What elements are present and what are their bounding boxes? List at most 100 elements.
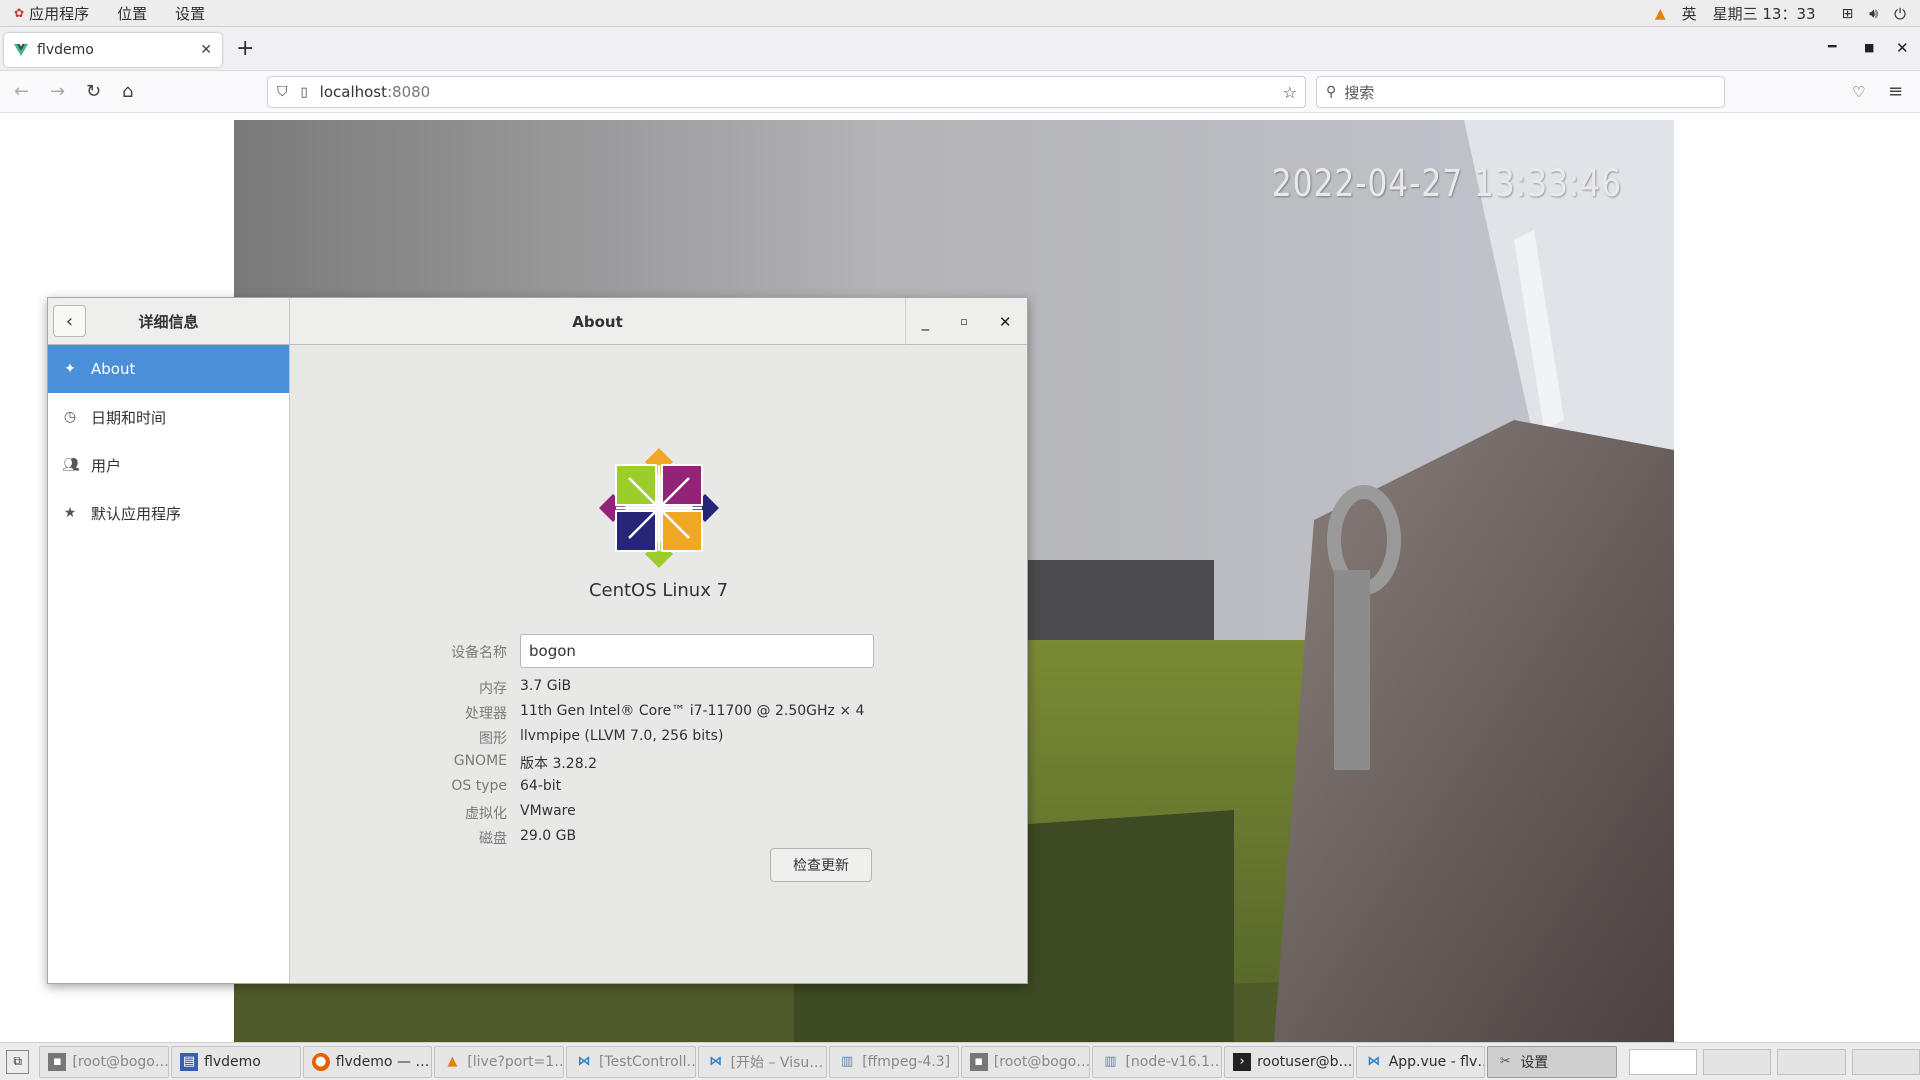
window-list-taskbar: ⧉ ▪ [root@bogo… ▤ flvdemo ● flvdemo — … ▲ [l…	[0, 1042, 1920, 1080]
power-icon[interactable]: ⏻	[1894, 5, 1906, 23]
vlc-tray-icon[interactable]: ▲	[1655, 6, 1666, 22]
check-updates-button[interactable]: 检查更新	[770, 848, 872, 882]
disk-value: 29.0 GB	[520, 828, 577, 844]
workspace-2[interactable]	[1703, 1048, 1772, 1075]
taskbar-item-label: [开始 – Visu…	[730, 1054, 824, 1071]
taskbar-item-label: flvdemo	[204, 1053, 261, 1070]
os-name: CentOS Linux 7	[588, 580, 729, 601]
taskbar-item[interactable]: ⋈ App.vue - flv…	[1355, 1045, 1486, 1078]
show-desktop-button[interactable]: ⧉	[6, 1049, 30, 1074]
search-icon: ⚲	[1326, 84, 1337, 100]
forward-icon[interactable]: →	[50, 82, 65, 102]
processor-label: 处理器	[465, 706, 507, 722]
window-icon: ▤	[180, 1052, 199, 1071]
processor-value: 11th Gen Intel® Core™ i7-11700 @ 2.50GHz…	[520, 703, 865, 719]
sidebar-item-about[interactable]: ✦ About	[48, 345, 289, 393]
gnome-label: GNOME	[453, 753, 507, 769]
minimize-icon[interactable]: _	[922, 313, 930, 331]
users-icon: 👥︎	[62, 457, 80, 473]
taskbar-item[interactable]: ▥ [node-v16.1…	[1092, 1045, 1223, 1078]
browser-tab-flvdemo[interactable]: flvdemo ✕	[4, 33, 222, 67]
volume-icon[interactable]: 🔊︎	[1869, 6, 1878, 22]
chevron-left-icon: ‹	[65, 310, 74, 332]
sidebar-item-label: 日期和时间	[91, 408, 167, 427]
close-icon[interactable]: ✕	[999, 313, 1012, 331]
virtualization-label: 虚拟化	[465, 806, 507, 822]
applications-menu[interactable]: ✿ 应用程序	[0, 3, 103, 24]
minimize-window-icon[interactable]: ━	[1828, 39, 1836, 55]
taskbar-item-label: 设置	[1520, 1054, 1549, 1071]
new-tab-button[interactable]: +	[236, 37, 254, 61]
sidebar-item-default-apps[interactable]: ★ 默认应用程序	[48, 489, 289, 537]
network-icon[interactable]: ⊞	[1842, 6, 1854, 22]
page-info-icon[interactable]: ▯	[301, 85, 308, 100]
back-button[interactable]: ‹	[53, 305, 86, 337]
url-host: localhost	[319, 83, 387, 101]
taskbar-item-label: rootuser@b…	[1257, 1053, 1353, 1070]
close-tab-icon[interactable]: ✕	[200, 42, 212, 58]
gnome-value: 版本 3.28.2	[520, 756, 597, 772]
browser-tab-bar: flvdemo ✕ + ━ ■ ✕	[0, 27, 1920, 71]
bookmark-star-icon[interactable]: ☆	[1283, 83, 1297, 102]
close-window-icon[interactable]: ✕	[1896, 39, 1909, 57]
taskbar-item[interactable]: ● flvdemo — …	[302, 1045, 433, 1078]
taskbar-item-label: flvdemo — …	[335, 1053, 430, 1070]
places-menu-label: 位置	[117, 4, 148, 23]
os-type-label: OS type	[451, 778, 507, 794]
search-placeholder: 搜索	[1344, 83, 1375, 102]
about-panel: CentOS Linux 7 设备名称 bogon 内存 3.7 GiB 处理器…	[290, 345, 1027, 983]
memory-label: 内存	[479, 681, 507, 697]
workspace-3[interactable]	[1777, 1048, 1846, 1075]
terminal-icon: ▪	[969, 1052, 988, 1071]
menu-icon[interactable]: ≡	[1888, 82, 1903, 102]
taskbar-item-label: [root@bogo…	[993, 1053, 1091, 1070]
reload-icon[interactable]: ↻	[86, 82, 101, 102]
url-port: :8080	[387, 83, 431, 101]
url-bar[interactable]: ⛉ ▯ localhost:8080 ☆	[267, 76, 1306, 108]
taskbar-item-label: [node-v16.1…	[1125, 1053, 1223, 1070]
device-name-field[interactable]: bogon	[520, 634, 874, 668]
url-text[interactable]: localhost:8080	[320, 83, 431, 101]
os-type-value: 64-bit	[520, 778, 562, 794]
back-icon[interactable]: ←	[14, 82, 29, 102]
taskbar-item[interactable]: ✂ 设置	[1487, 1045, 1617, 1078]
disk-label: 磁盘	[479, 831, 507, 847]
device-name-label: 设备名称	[451, 645, 507, 661]
workspace-1[interactable]	[1628, 1048, 1698, 1075]
taskbar-item-label: [root@bogo…	[72, 1053, 169, 1070]
settings-app-menu[interactable]: 设置	[161, 3, 219, 24]
sidebar-item-label: 用户	[91, 456, 122, 475]
taskbar-item[interactable]: ▲ [live?port=1…	[434, 1045, 564, 1078]
workspace-4[interactable]	[1851, 1048, 1920, 1075]
taskbar-item[interactable]: › rootuser@b…	[1224, 1045, 1354, 1078]
taskbar-item-label: [ffmpeg-4.3]	[862, 1053, 951, 1070]
maximize-window-icon[interactable]: ■	[1864, 41, 1874, 54]
show-desktop-icon: ⧉	[13, 1054, 22, 1068]
taskbar-item[interactable]: ⋈ [开始 – Visu…	[697, 1045, 828, 1078]
panel-title: About	[572, 312, 623, 331]
sidebar-item-users[interactable]: 👥︎ 用户	[48, 441, 289, 489]
taskbar-item-label: [TestControll…	[598, 1053, 696, 1070]
input-method-indicator[interactable]: 英	[1682, 3, 1697, 24]
places-menu[interactable]: 位置	[103, 3, 161, 24]
graphics-value: llvmpipe (LLVM 7.0, 256 bits)	[520, 728, 724, 744]
search-bar[interactable]: ⚲ 搜索	[1316, 76, 1725, 108]
vlc-icon: ▲	[447, 1054, 458, 1069]
taskbar-item[interactable]: ▥ [ffmpeg-4.3]	[829, 1045, 959, 1078]
clock[interactable]: 星期三 13：33	[1713, 3, 1816, 24]
virtualization-value: VMware	[520, 803, 576, 819]
taskbar-item[interactable]: ▪ [root@bogo…	[39, 1045, 170, 1078]
taskbar-item[interactable]: ▪ [root@bogo…	[960, 1045, 1091, 1078]
taskbar-item[interactable]: ⋈ [TestControll…	[565, 1045, 696, 1078]
pocket-icon[interactable]: ♡	[1852, 82, 1865, 102]
terminal-icon: ›	[1233, 1052, 1252, 1071]
firefox-icon: ●	[311, 1052, 330, 1071]
shield-icon[interactable]: ⛉	[277, 84, 288, 100]
settings-menu-label: 设置	[175, 4, 206, 23]
sidebar-item-datetime[interactable]: ◷ 日期和时间	[48, 393, 289, 441]
maximize-icon[interactable]: ▫	[960, 315, 967, 328]
vue-logo-icon	[14, 44, 28, 56]
taskbar-item[interactable]: ▤ flvdemo	[171, 1045, 301, 1078]
video-timestamp: 2022-04-27 13:33:46	[1271, 162, 1622, 205]
home-icon[interactable]: ⌂	[122, 82, 133, 102]
